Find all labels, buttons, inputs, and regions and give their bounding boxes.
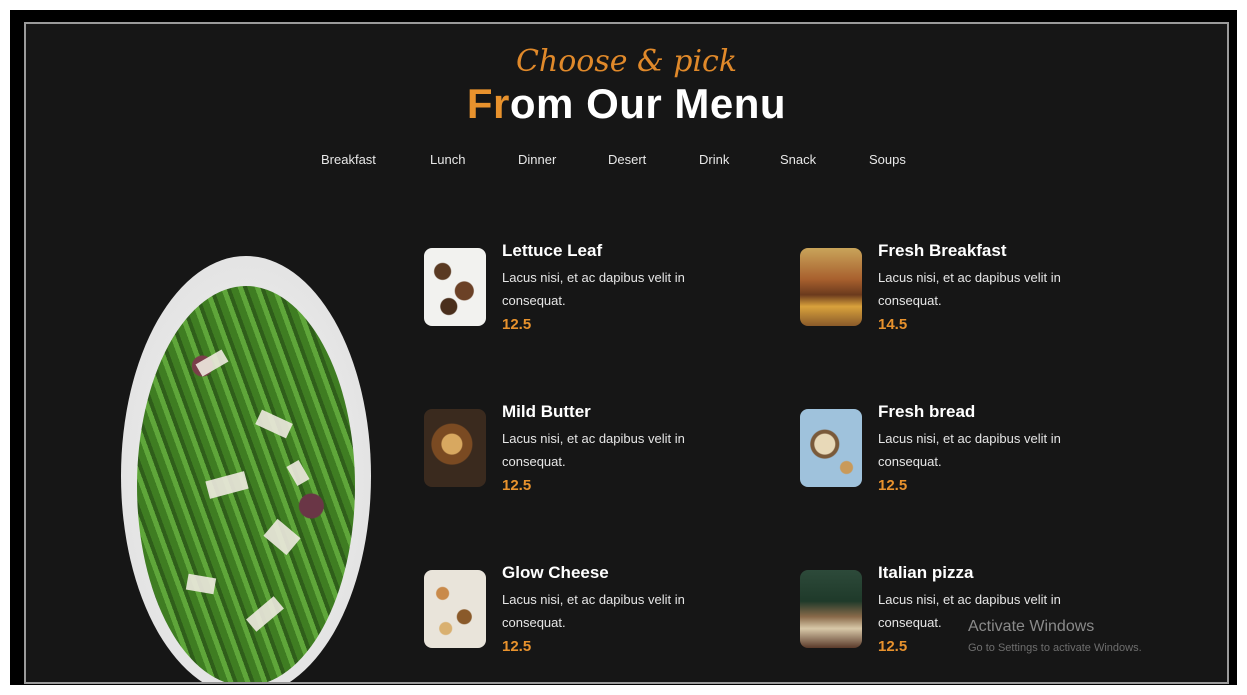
menu-item[interactable]: Lettuce Leaf Lacus nisi, et ac dapibus v… [424, 241, 764, 348]
menu-item[interactable]: Glow Cheese Lacus nisi, et ac dapibus ve… [424, 563, 764, 670]
nav-item-breakfast[interactable]: Breakfast [321, 152, 376, 167]
menu-item[interactable]: Mild Butter Lacus nisi, et ac dapibus ve… [424, 402, 764, 509]
menu-item-thumbnail [424, 409, 486, 487]
menu-item-name: Mild Butter [502, 402, 591, 421]
menu-item-name: Lettuce Leaf [502, 241, 603, 260]
menu-item-description: Lacus nisi, et ac dapibus velit in conse… [878, 431, 1061, 469]
section-script-title: Choose & pick [515, 44, 738, 79]
menu-item-thumbnail [800, 248, 862, 326]
menu-item-description: Lacus nisi, et ac dapibus velit in conse… [878, 270, 1061, 308]
nav-item-drink[interactable]: Drink [699, 152, 729, 167]
activate-windows-title: Activate Windows [968, 618, 1095, 635]
menu-item-description: Lacus nisi, et ac dapibus velit in conse… [502, 270, 685, 308]
salad-plate-image [121, 256, 371, 682]
menu-item-thumbnail [800, 409, 862, 487]
nav-item-snack[interactable]: Snack [780, 152, 816, 167]
menu-item-name: Italian pizza [878, 563, 974, 582]
menu-item-description: Lacus nisi, et ac dapibus velit in conse… [502, 592, 685, 630]
nav-item-soups[interactable]: Soups [869, 152, 906, 167]
activate-windows-subtitle: Go to Settings to activate Windows. [968, 642, 1142, 654]
menu-item-name: Glow Cheese [502, 563, 609, 582]
title-rest: om Our Menu [509, 80, 787, 127]
menu-item-price: 12.5 [502, 316, 532, 333]
menu-item-name: Fresh Breakfast [878, 241, 1007, 260]
nav-item-desert[interactable]: Desert [608, 152, 646, 167]
menu-item[interactable]: Fresh Breakfast Lacus nisi, et ac dapibu… [800, 241, 1140, 348]
section-title: From Our Menu [26, 80, 1227, 128]
menu-section: Choose & pick From Our Menu Breakfast Lu… [24, 22, 1229, 684]
menu-item-thumbnail [424, 570, 486, 648]
nav-item-dinner[interactable]: Dinner [518, 152, 556, 167]
nav-item-lunch[interactable]: Lunch [430, 152, 465, 167]
title-accent: Fr [466, 80, 510, 127]
menu-item[interactable]: Fresh bread Lacus nisi, et ac dapibus ve… [800, 402, 1140, 509]
salad-greens [137, 286, 355, 682]
menu-item-price: 12.5 [502, 477, 532, 494]
menu-item-name: Fresh bread [878, 402, 976, 421]
menu-item-thumbnail [800, 570, 862, 648]
menu-item-price: 12.5 [502, 638, 532, 655]
menu-item-thumbnail [424, 248, 486, 326]
menu-item-price: 14.5 [878, 316, 908, 333]
menu-item-price: 12.5 [878, 477, 908, 494]
menu-item-price: 12.5 [878, 638, 908, 655]
menu-item-description: Lacus nisi, et ac dapibus velit in conse… [502, 431, 685, 469]
